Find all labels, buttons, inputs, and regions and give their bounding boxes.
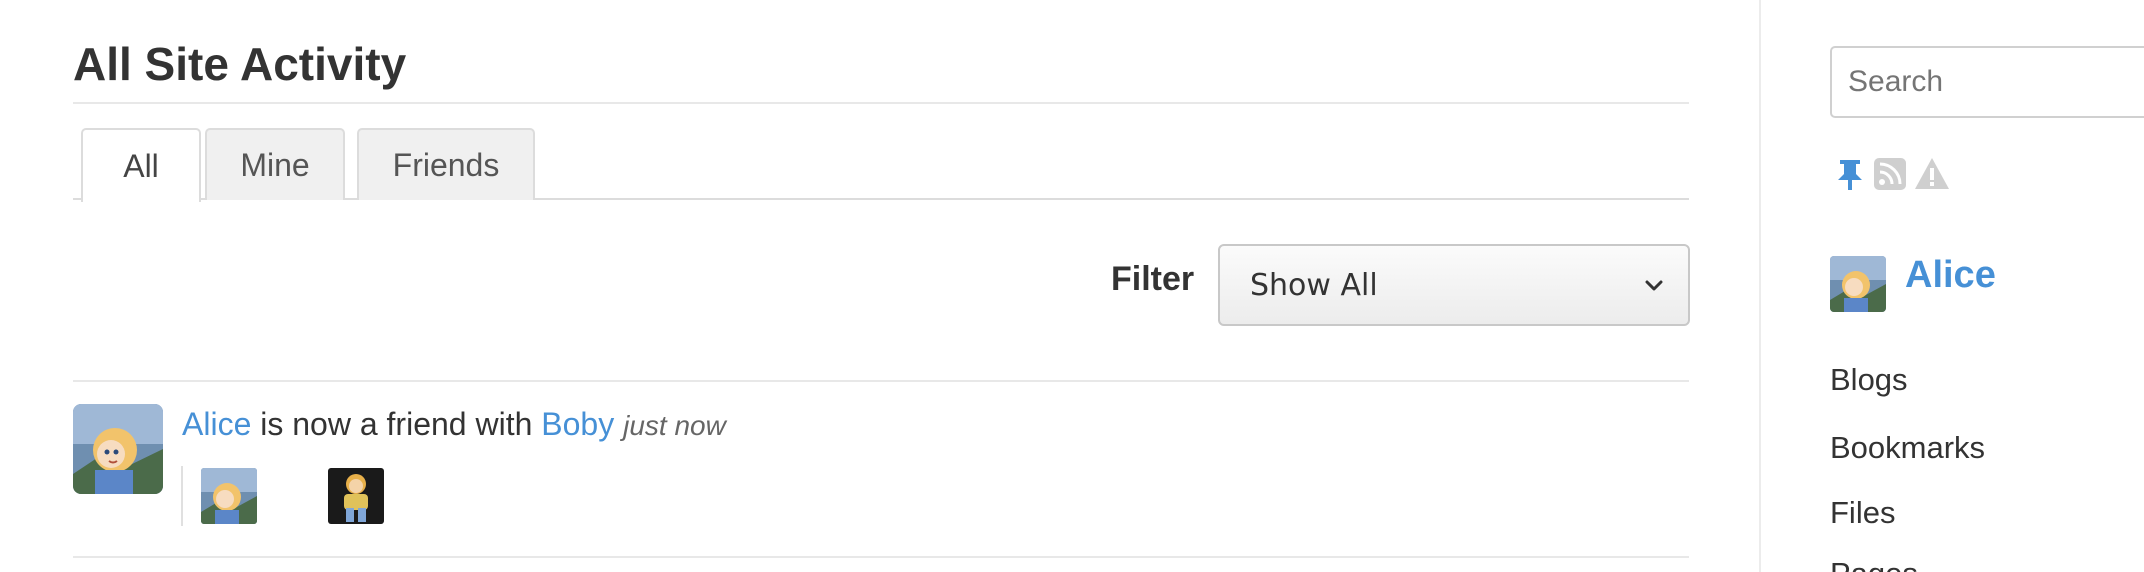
sidebar-link-blogs[interactable]: Blogs (1830, 362, 1908, 398)
owner-avatar[interactable] (1830, 256, 1886, 312)
pin-icon[interactable] (1830, 154, 1870, 194)
alice-avatar-small-image (201, 468, 257, 524)
title-divider (73, 102, 1689, 104)
chevron-down-icon (1645, 280, 1663, 291)
actor-avatar[interactable] (73, 404, 163, 494)
friend-from-avatar[interactable] (201, 468, 257, 524)
page-title: All Site Activity (73, 38, 407, 90)
alice-avatar-image (73, 404, 163, 494)
friend-to-avatar[interactable] (328, 468, 384, 524)
search-input[interactable] (1830, 46, 2144, 118)
activity-tabs: All Mine Friends (73, 128, 1689, 202)
tab-mine[interactable]: Mine (205, 128, 345, 200)
alice-owner-avatar-image (1830, 256, 1886, 312)
activity-summary: Alice is now a friend with Boby just now (182, 406, 726, 443)
main-content: All Site Activity All Mine Friends Filte… (73, 0, 1690, 572)
tab-friends[interactable]: Friends (357, 128, 535, 200)
filter-label: Filter (1111, 260, 1195, 298)
owner-name-link[interactable]: Alice (1905, 254, 1996, 297)
actor-link[interactable]: Alice (182, 406, 251, 442)
tab-all[interactable]: All (81, 128, 201, 202)
activity-verb: is now a friend with (260, 406, 533, 442)
boby-avatar-image (328, 468, 384, 524)
filter-select[interactable]: Show All (1218, 244, 1690, 326)
sidebar-link-bookmarks[interactable]: Bookmarks (1830, 430, 1985, 466)
attachment-divider (181, 466, 183, 526)
sidebar-link-pages[interactable]: Pages (1830, 556, 1918, 572)
list-divider-top (73, 380, 1689, 382)
warning-icon[interactable] (1912, 154, 1952, 194)
activity-timestamp: just now (623, 410, 726, 441)
list-divider-bottom (73, 556, 1689, 558)
sidebar: Alice Blogs Bookmarks Files Pages (1759, 0, 2144, 572)
rss-icon[interactable] (1870, 154, 1910, 194)
target-link[interactable]: Boby (541, 406, 614, 442)
sidebar-link-files[interactable]: Files (1830, 495, 1895, 531)
filter-selected-value: Show All (1250, 267, 1378, 303)
